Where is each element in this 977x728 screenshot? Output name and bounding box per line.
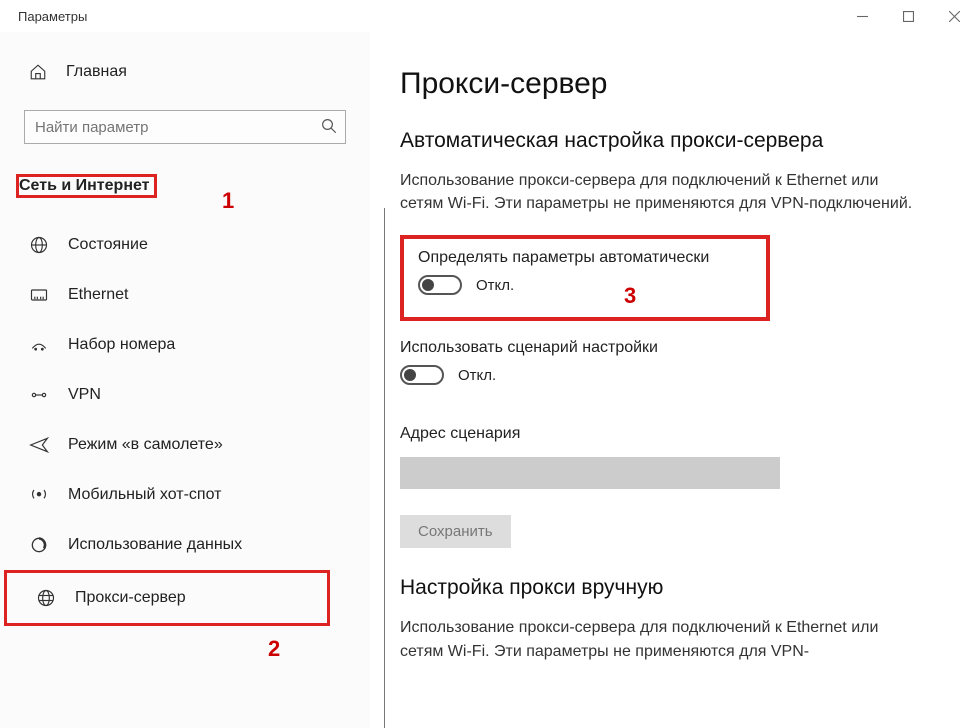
manual-desc: Использование прокси-сервера для подключ… [400, 616, 920, 662]
nav-item-datausage[interactable]: Использование данных [0, 520, 370, 570]
home-label: Главная [66, 63, 127, 81]
page-title: Прокси-сервер [400, 67, 947, 101]
titlebar: Параметры [0, 0, 977, 32]
dialup-icon [28, 334, 50, 356]
script-address-input[interactable] [400, 457, 780, 489]
nav-label: Мобильный хот-спот [68, 486, 221, 504]
home-icon [28, 62, 48, 82]
ethernet-icon [28, 284, 50, 306]
globe-icon [28, 234, 50, 256]
script-state: Откл. [458, 367, 496, 384]
home-link[interactable]: Главная [0, 52, 370, 92]
main-content: Прокси-сервер Автоматическая настройка п… [370, 32, 977, 728]
search-input[interactable] [24, 110, 346, 144]
scroll-track[interactable] [384, 208, 385, 728]
nav-item-dialup[interactable]: Набор номера [0, 320, 370, 370]
nav-label: Использование данных [68, 536, 242, 554]
nav-label: Ethernet [68, 286, 128, 304]
auto-desc: Использование прокси-сервера для подключ… [400, 169, 920, 215]
proxy-icon [35, 587, 57, 609]
nav-item-airplane[interactable]: Режим «в самолете» [0, 420, 370, 470]
detect-toggle[interactable] [418, 275, 462, 295]
data-usage-icon [28, 534, 50, 556]
nav-item-proxy[interactable]: Прокси-сервер [4, 570, 330, 626]
save-button[interactable]: Сохранить [400, 515, 511, 548]
maximize-button[interactable] [885, 0, 931, 32]
annotation-2: 2 [268, 636, 280, 662]
vpn-icon [28, 384, 50, 406]
nav-item-vpn[interactable]: VPN [0, 370, 370, 420]
annotation-3: 3 [624, 283, 636, 309]
detect-state: Откл. [476, 277, 514, 294]
nav-label: Режим «в самолете» [68, 436, 223, 454]
nav-label: VPN [68, 386, 101, 404]
section-heading: Сеть и Интернет [16, 174, 157, 198]
nav-label: Набор номера [68, 336, 175, 354]
nav-label: Прокси-сервер [75, 589, 186, 607]
close-button[interactable] [931, 0, 977, 32]
annotation-1: 1 [222, 188, 234, 214]
auto-heading: Автоматическая настройка прокси-сервера [400, 129, 947, 153]
window-title: Параметры [0, 9, 87, 24]
manual-heading: Настройка прокси вручную [400, 576, 947, 600]
nav-item-ethernet[interactable]: Ethernet [0, 270, 370, 320]
nav-list: Состояние Ethernet Набор номера VPN Режи… [0, 220, 370, 626]
minimize-button[interactable] [839, 0, 885, 32]
script-toggle[interactable] [400, 365, 444, 385]
search-icon [320, 117, 338, 139]
airplane-icon [28, 434, 50, 456]
nav-label: Состояние [68, 236, 148, 254]
addr-label: Адрес сценария [400, 425, 947, 443]
nav-item-status[interactable]: Состояние [0, 220, 370, 270]
script-label: Использовать сценарий настройки [400, 339, 947, 357]
annotation-box-3: Определять параметры автоматически Откл.… [400, 235, 770, 321]
detect-label: Определять параметры автоматически [418, 249, 752, 267]
hotspot-icon [28, 484, 50, 506]
nav-item-hotspot[interactable]: Мобильный хот-спот [0, 470, 370, 520]
sidebar: Главная Сеть и Интернет 1 Состояние Ethe… [0, 32, 370, 728]
